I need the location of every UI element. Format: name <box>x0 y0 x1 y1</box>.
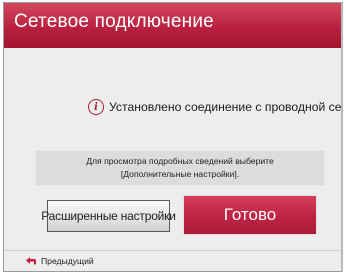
details-hint-line2: [Дополнительные настройки]. <box>120 169 240 179</box>
back-arrow-icon[interactable] <box>25 255 37 266</box>
advanced-settings-button[interactable]: Расширенные настройки <box>41 200 176 232</box>
status-text: Установлено соединение с проводной сетью… <box>109 100 343 114</box>
details-hint: Для просмотра подробных сведений выберит… <box>36 151 324 185</box>
network-connection-dialog: Сетевое подключение i Установлено соедин… <box>3 2 343 272</box>
details-hint-line1: Для просмотра подробных сведений выберит… <box>86 156 274 166</box>
back-label[interactable]: Предыдущий <box>41 256 94 266</box>
connection-status: i Установлено соединение с проводной сет… <box>88 97 343 117</box>
done-button[interactable]: Готово <box>184 196 316 234</box>
dialog-title: Сетевое подключение <box>14 11 214 32</box>
info-icon: i <box>88 99 104 115</box>
title-bar: Сетевое подключение <box>4 3 341 48</box>
footer-bar: Предыдущий <box>4 250 341 271</box>
